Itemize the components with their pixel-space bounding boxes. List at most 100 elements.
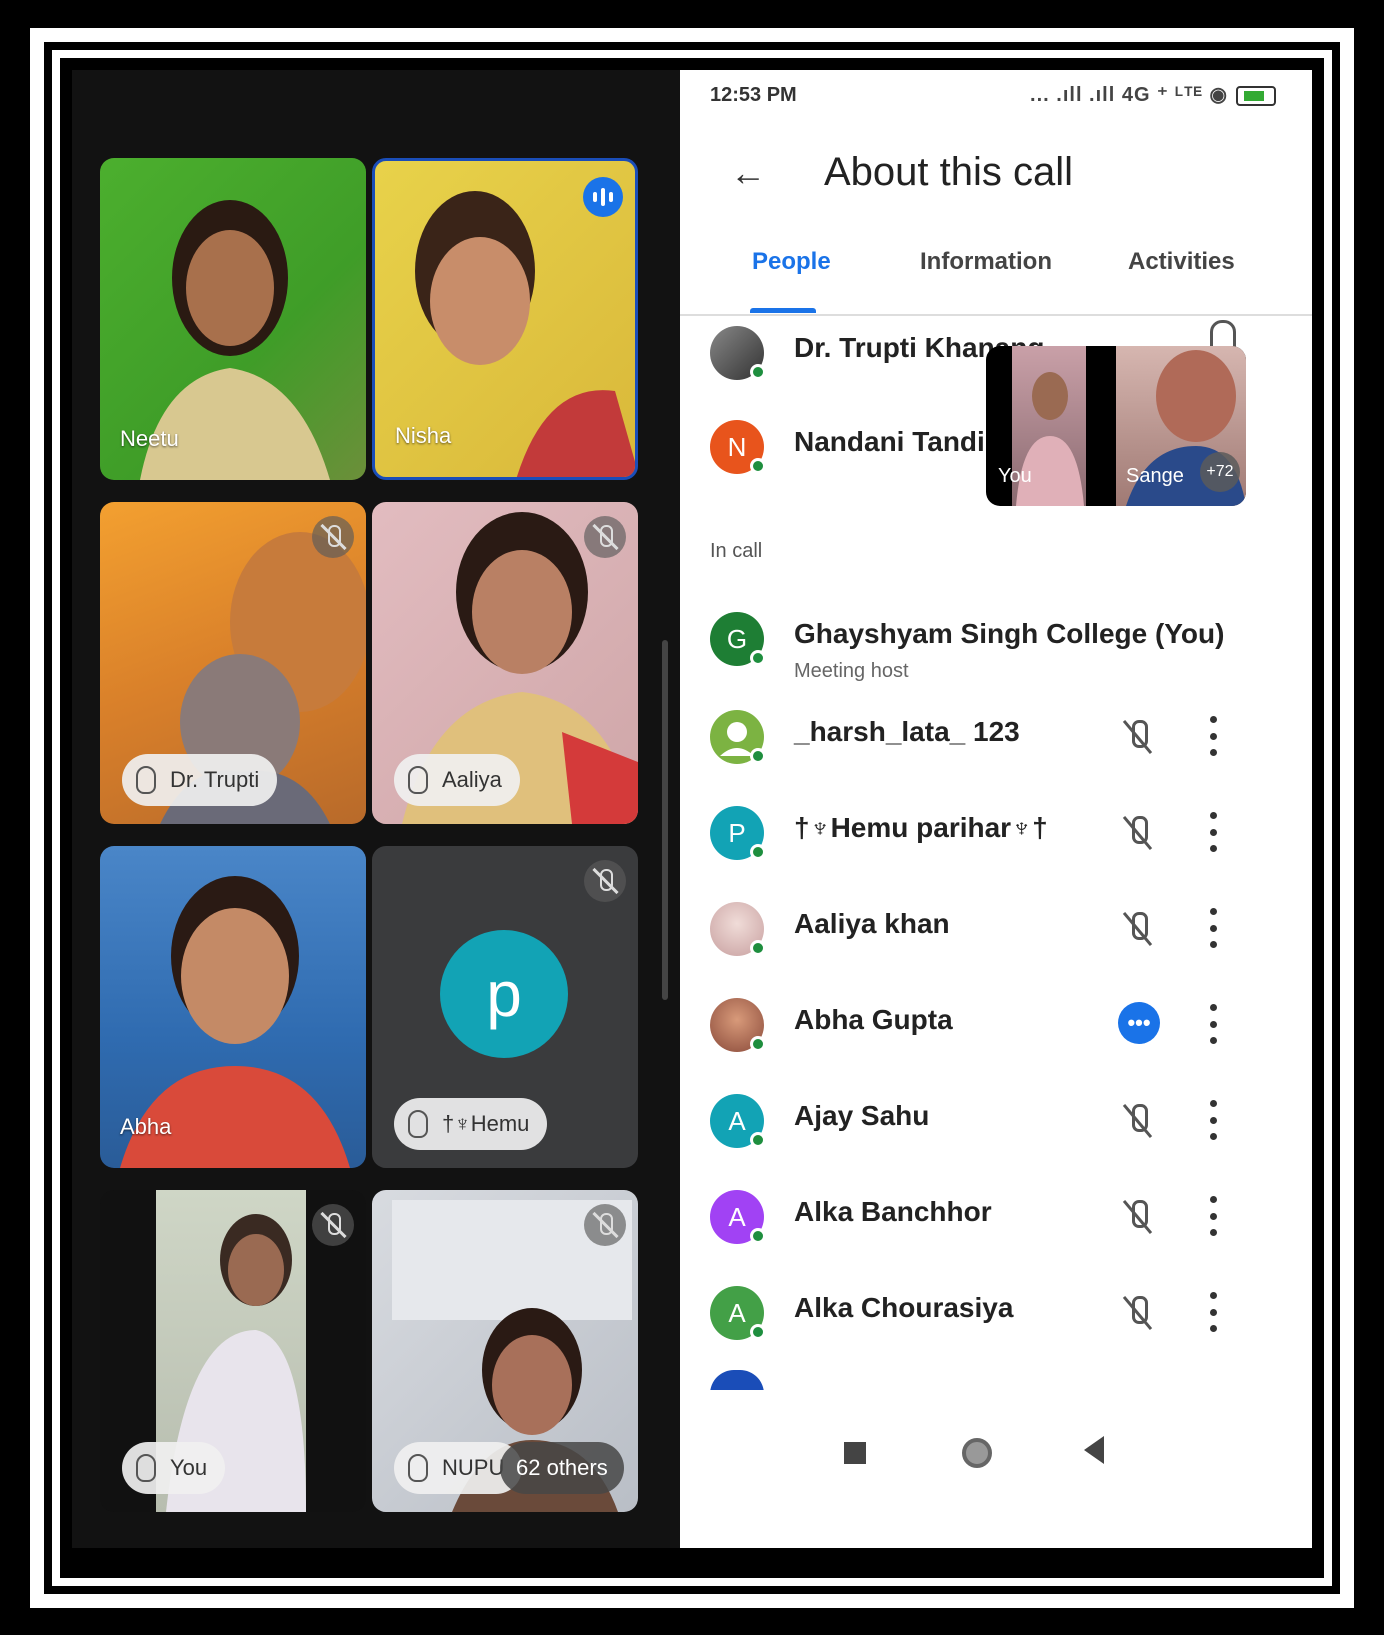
- recent-apps-icon[interactable]: [844, 1442, 866, 1464]
- tile-name: Abha: [120, 1114, 172, 1139]
- more-options-icon[interactable]: [1210, 1196, 1218, 1236]
- more-options-icon[interactable]: [1210, 1292, 1218, 1332]
- participant-name: †♆Hemu parihar♆†: [794, 812, 1048, 843]
- mic-off-icon[interactable]: [1120, 1198, 1156, 1234]
- online-status-icon: [750, 650, 766, 666]
- audio-level-icon: •••: [1118, 1002, 1160, 1044]
- avatar-letter: A: [728, 1201, 746, 1232]
- video-tile-hemu[interactable]: p †♆Hemu: [372, 846, 638, 1168]
- mic-off-icon: [312, 1204, 354, 1246]
- hand-raised-icon: [136, 1454, 156, 1482]
- pip-speaker-video: Sange +72: [1116, 346, 1246, 506]
- status-icons: ... .ıll .ıll 4G ⁺ ᴸᵀᴱ ◉: [1030, 82, 1276, 107]
- mic-off-icon: [584, 516, 626, 558]
- mic-off-icon[interactable]: [1120, 910, 1156, 946]
- tab-bar: People Information Activities: [680, 248, 1312, 318]
- avatar-letter: A: [728, 1297, 746, 1328]
- online-status-icon: [750, 1228, 766, 1244]
- avatar-letter: N: [727, 431, 747, 462]
- avatar-letter: A: [728, 1105, 746, 1136]
- back-icon[interactable]: [1084, 1436, 1104, 1464]
- list-item[interactable]: Aaliya khan: [680, 896, 1312, 976]
- online-status-icon: [750, 1324, 766, 1340]
- video-tile-aaliya[interactable]: Aaliya: [372, 502, 638, 824]
- tile-name: Dr. Trupti: [170, 767, 260, 792]
- speaking-indicator-icon: [583, 177, 623, 217]
- tile-name: NUPU: [442, 1455, 505, 1480]
- others-count-badge[interactable]: 62 others: [500, 1442, 624, 1494]
- tile-name: Nisha: [395, 423, 452, 448]
- picture-in-picture[interactable]: You Sange +72: [986, 346, 1246, 506]
- participant-name: Alka Banchhor: [794, 1196, 992, 1227]
- video-tile-dr-trupti[interactable]: Dr. Trupti: [100, 502, 366, 824]
- online-status-icon: [750, 1036, 766, 1052]
- list-item[interactable]: A Ajay Sahu: [680, 1088, 1312, 1168]
- video-grid: Neetu Nisha Dr. Trupti Aaliya Abha p †♆H…: [72, 70, 680, 1548]
- hand-raised-icon: [408, 1110, 428, 1138]
- online-status-icon: [750, 940, 766, 956]
- participant-name: Ghayshyam Singh College (You): [794, 618, 1225, 649]
- video-tile-nupu[interactable]: NUPU 62 others: [372, 1190, 638, 1512]
- home-icon[interactable]: [962, 1438, 992, 1468]
- status-time: 12:53 PM: [710, 84, 797, 106]
- name-pill: †♆Hemu: [394, 1098, 548, 1150]
- list-item[interactable]: _harsh_lata_ 123: [680, 704, 1312, 784]
- name-pill: Dr. Trupti: [122, 754, 278, 806]
- avatar-letter: P: [728, 817, 746, 848]
- participant-name: Alka Chourasiya: [794, 1292, 1014, 1323]
- battery-icon: [1236, 85, 1276, 106]
- tab-information[interactable]: Information: [920, 248, 1052, 276]
- participant-avatar: p: [440, 930, 568, 1058]
- mic-off-icon: [584, 1204, 626, 1246]
- mic-off-icon[interactable]: [1120, 1102, 1156, 1138]
- divider: [680, 314, 1312, 316]
- scrollbar[interactable]: [662, 640, 668, 1000]
- more-options-icon[interactable]: [1210, 716, 1218, 756]
- active-tab-indicator: [750, 308, 816, 313]
- online-status-icon: [750, 364, 766, 380]
- more-options-icon[interactable]: [1210, 812, 1218, 852]
- video-tile-you[interactable]: You: [100, 1190, 366, 1512]
- about-call-panel: 12:53 PM ... .ıll .ıll 4G ⁺ ᴸᵀᴱ ◉ ← Abou…: [680, 70, 1312, 1548]
- video-tile-abha[interactable]: Abha: [100, 846, 366, 1168]
- pip-label: Sange: [1126, 465, 1184, 487]
- mic-off-icon: [312, 516, 354, 558]
- participant-name: Abha Gupta: [794, 1004, 953, 1035]
- list-item[interactable]: Abha Gupta •••: [680, 992, 1312, 1072]
- hand-raised-icon: [408, 766, 428, 794]
- pip-label: You: [998, 465, 1032, 487]
- mic-off-icon[interactable]: [1120, 1294, 1156, 1330]
- avatar-letter: G: [726, 623, 748, 654]
- participant-name: Ajay Sahu: [794, 1100, 930, 1131]
- name-pill: Aaliya: [394, 754, 520, 806]
- wifi-icon: ◉: [1209, 84, 1228, 106]
- android-nav-bar: [680, 1390, 1312, 1548]
- participant-name: Nandani Tandi: [794, 426, 985, 457]
- avatar-letter: p: [486, 958, 522, 1030]
- online-status-icon: [750, 1132, 766, 1148]
- participant-name: _harsh_lata_ 123: [794, 716, 1020, 747]
- more-options-icon[interactable]: [1210, 1100, 1218, 1140]
- list-item[interactable]: G Ghayshyam Singh College (You) Meeting …: [680, 606, 1312, 686]
- arrow-left-icon[interactable]: ←: [730, 152, 766, 194]
- tile-name: Neetu: [120, 426, 179, 451]
- online-status-icon: [750, 458, 766, 474]
- screenshot-canvas: Neetu Nisha Dr. Trupti Aaliya Abha p †♆H…: [72, 70, 1312, 1548]
- list-item[interactable]: P †♆Hemu parihar♆†: [680, 800, 1312, 880]
- more-options-icon[interactable]: [1210, 908, 1218, 948]
- list-item[interactable]: A Alka Chourasiya: [680, 1280, 1312, 1360]
- mic-off-icon[interactable]: [1120, 718, 1156, 754]
- tile-name: You: [170, 1455, 208, 1480]
- video-tile-neetu[interactable]: Neetu: [100, 158, 366, 480]
- more-options-icon[interactable]: [1210, 1004, 1218, 1044]
- online-status-icon: [750, 844, 766, 860]
- page-title: About this call: [824, 150, 1074, 194]
- tab-people[interactable]: People: [752, 248, 831, 276]
- participant-role: Meeting host: [794, 660, 909, 682]
- list-item[interactable]: A Alka Banchhor: [680, 1184, 1312, 1264]
- pip-self-video: You: [998, 346, 1086, 506]
- tab-activities[interactable]: Activities: [1128, 248, 1235, 276]
- video-tile-nisha[interactable]: Nisha: [372, 158, 638, 480]
- tile-name: †♆Hemu: [442, 1111, 530, 1136]
- mic-off-icon[interactable]: [1120, 814, 1156, 850]
